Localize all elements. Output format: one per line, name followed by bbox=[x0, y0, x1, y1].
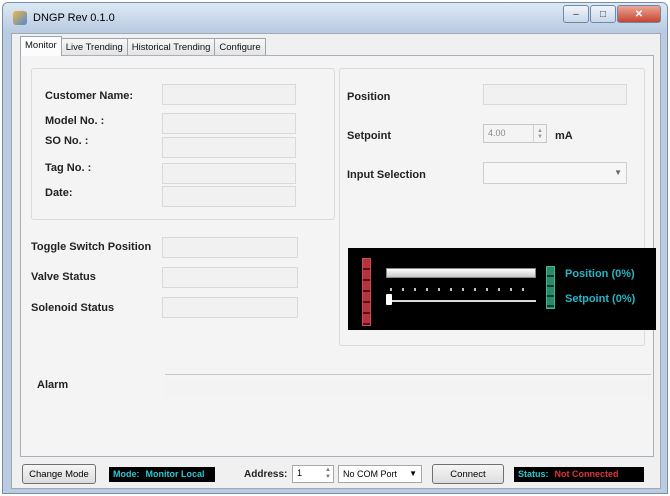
valve-status-label: Valve Status bbox=[31, 271, 96, 283]
mode-indicator: Mode: Monitor Local bbox=[109, 467, 215, 482]
so-no-label: SO No. : bbox=[45, 135, 89, 147]
setpoint-value: 4.00 bbox=[488, 128, 506, 138]
red-led-bar bbox=[362, 258, 371, 326]
status-key: Status: bbox=[518, 469, 549, 479]
customer-name-field bbox=[162, 84, 296, 105]
maximize-button[interactable]: □ bbox=[590, 5, 616, 23]
input-selection-label: Input Selection bbox=[347, 169, 426, 181]
change-mode-button[interactable]: Change Mode bbox=[22, 464, 96, 484]
setpoint-legend: Setpoint (0%) bbox=[565, 293, 636, 305]
tab-historical-trending[interactable]: Historical Trending bbox=[126, 38, 216, 56]
status-value: Not Connected bbox=[554, 469, 619, 479]
date-label: Date: bbox=[45, 187, 73, 199]
solenoid-status-field bbox=[162, 297, 298, 318]
window-controls: – □ ✕ bbox=[563, 5, 661, 23]
app-icon bbox=[13, 11, 27, 25]
tab-configure[interactable]: Configure bbox=[214, 38, 266, 56]
position-legend: Position (0%) bbox=[565, 268, 635, 280]
model-no-field bbox=[162, 113, 296, 134]
solenoid-status-label: Solenoid Status bbox=[31, 302, 115, 314]
scale-ticks bbox=[390, 288, 534, 291]
toggle-switch-field bbox=[162, 237, 298, 258]
position-field bbox=[483, 84, 627, 105]
address-spinner[interactable]: 1 ▲ ▼ bbox=[292, 465, 334, 483]
date-field bbox=[162, 186, 296, 207]
address-value: 1 bbox=[297, 468, 303, 478]
setpoint-unit: mA bbox=[555, 130, 573, 142]
monitor-page: Customer Name: Model No. : SO No. : Tag … bbox=[20, 55, 656, 457]
com-port-value: No COM Port bbox=[343, 469, 398, 479]
alarm-divider bbox=[165, 374, 651, 375]
tab-live-trending[interactable]: Live Trending bbox=[60, 38, 128, 56]
toggle-switch-label: Toggle Switch Position bbox=[31, 241, 152, 253]
setpoint-thumb[interactable] bbox=[386, 294, 392, 305]
setpoint-spinner[interactable]: 4.00 ▲ ▼ bbox=[483, 124, 547, 143]
status-indicator: Status: Not Connected bbox=[514, 467, 644, 482]
mode-key: Mode: bbox=[113, 469, 140, 479]
connect-button[interactable]: Connect bbox=[432, 464, 504, 484]
address-label: Address: bbox=[244, 469, 288, 480]
tab-strip: Monitor Live Trending Historical Trendin… bbox=[20, 36, 266, 56]
minimize-button[interactable]: – bbox=[563, 5, 589, 23]
tag-no-label: Tag No. : bbox=[45, 162, 92, 174]
mode-value: Monitor Local bbox=[145, 469, 205, 479]
position-bar bbox=[386, 268, 536, 278]
client-area: Monitor Live Trending Historical Trendin… bbox=[11, 33, 661, 489]
chevron-down-icon: ▼ bbox=[614, 168, 622, 177]
com-port-dropdown[interactable]: No COM Port ▼ bbox=[338, 465, 422, 483]
tab-monitor[interactable]: Monitor bbox=[20, 36, 62, 56]
alarm-label: Alarm bbox=[37, 379, 69, 391]
model-no-label: Model No. : bbox=[45, 115, 105, 127]
input-selection-combo[interactable]: ▼ bbox=[483, 162, 627, 184]
window-title: DNGP Rev 0.1.0 bbox=[33, 12, 115, 24]
setpoint-track bbox=[390, 300, 536, 302]
gauge-display: Position (0%) Setpoint (0%) bbox=[348, 248, 656, 330]
green-led-bar bbox=[546, 266, 555, 309]
customer-name-label: Customer Name: bbox=[45, 90, 134, 102]
valve-status-field bbox=[162, 267, 298, 288]
spinner-arrows-icon[interactable]: ▲ ▼ bbox=[325, 467, 331, 481]
title-bar: DNGP Rev 0.1.0 – □ ✕ bbox=[3, 3, 667, 33]
tag-no-field bbox=[162, 163, 296, 184]
spinner-arrows-icon[interactable]: ▲ ▼ bbox=[533, 125, 546, 142]
close-button[interactable]: ✕ bbox=[617, 5, 661, 23]
chevron-down-icon: ▼ bbox=[409, 469, 417, 478]
alarm-field bbox=[165, 378, 651, 398]
so-no-field bbox=[162, 137, 296, 158]
setpoint-label: Setpoint bbox=[347, 130, 391, 142]
app-window: DNGP Rev 0.1.0 – □ ✕ Monitor Live Trendi… bbox=[2, 2, 668, 494]
position-label: Position bbox=[347, 91, 391, 103]
